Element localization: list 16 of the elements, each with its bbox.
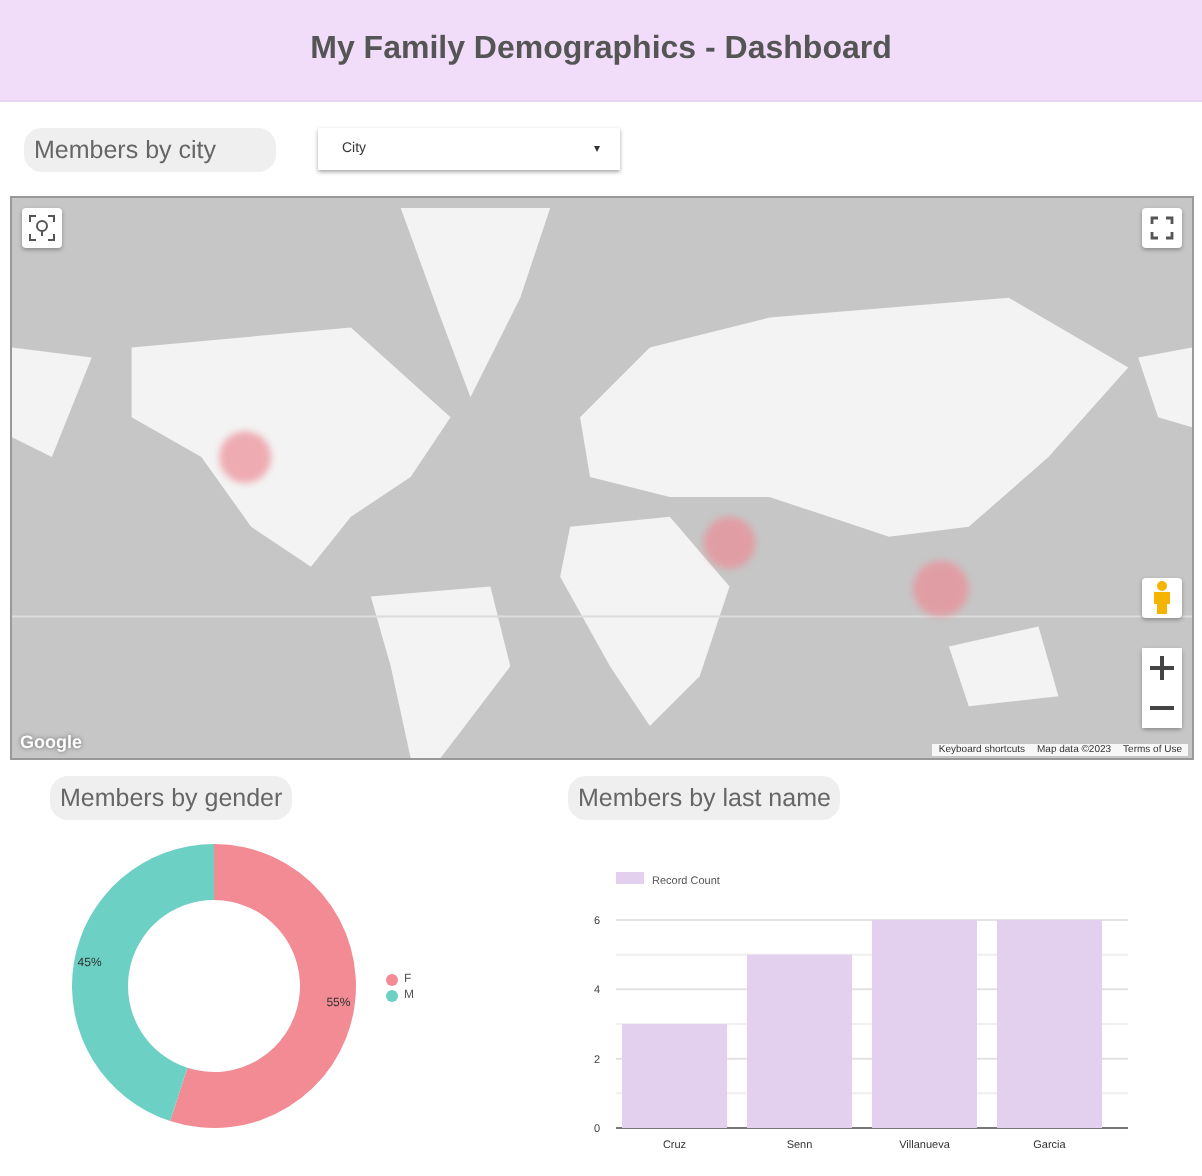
fullscreen-button[interactable] [1142, 208, 1182, 248]
location-pin-icon [28, 214, 56, 242]
person-icon [1152, 580, 1172, 616]
plus-icon [1150, 656, 1174, 680]
legend-swatch [616, 872, 644, 884]
section-title: Members by gender [50, 776, 293, 820]
bar [622, 1024, 727, 1128]
section-title: Members by last name [568, 776, 841, 820]
zoom-in-button[interactable] [1142, 648, 1182, 688]
minus-icon [1150, 706, 1174, 710]
section-title: Members by city [24, 127, 276, 171]
dashboard-title: My Family Demographics - Dashboard [310, 32, 892, 68]
map-logo: Google [20, 732, 82, 752]
locate-button[interactable] [22, 208, 62, 248]
zoom-out-button[interactable] [1142, 688, 1182, 728]
fullscreen-icon [1150, 216, 1174, 240]
